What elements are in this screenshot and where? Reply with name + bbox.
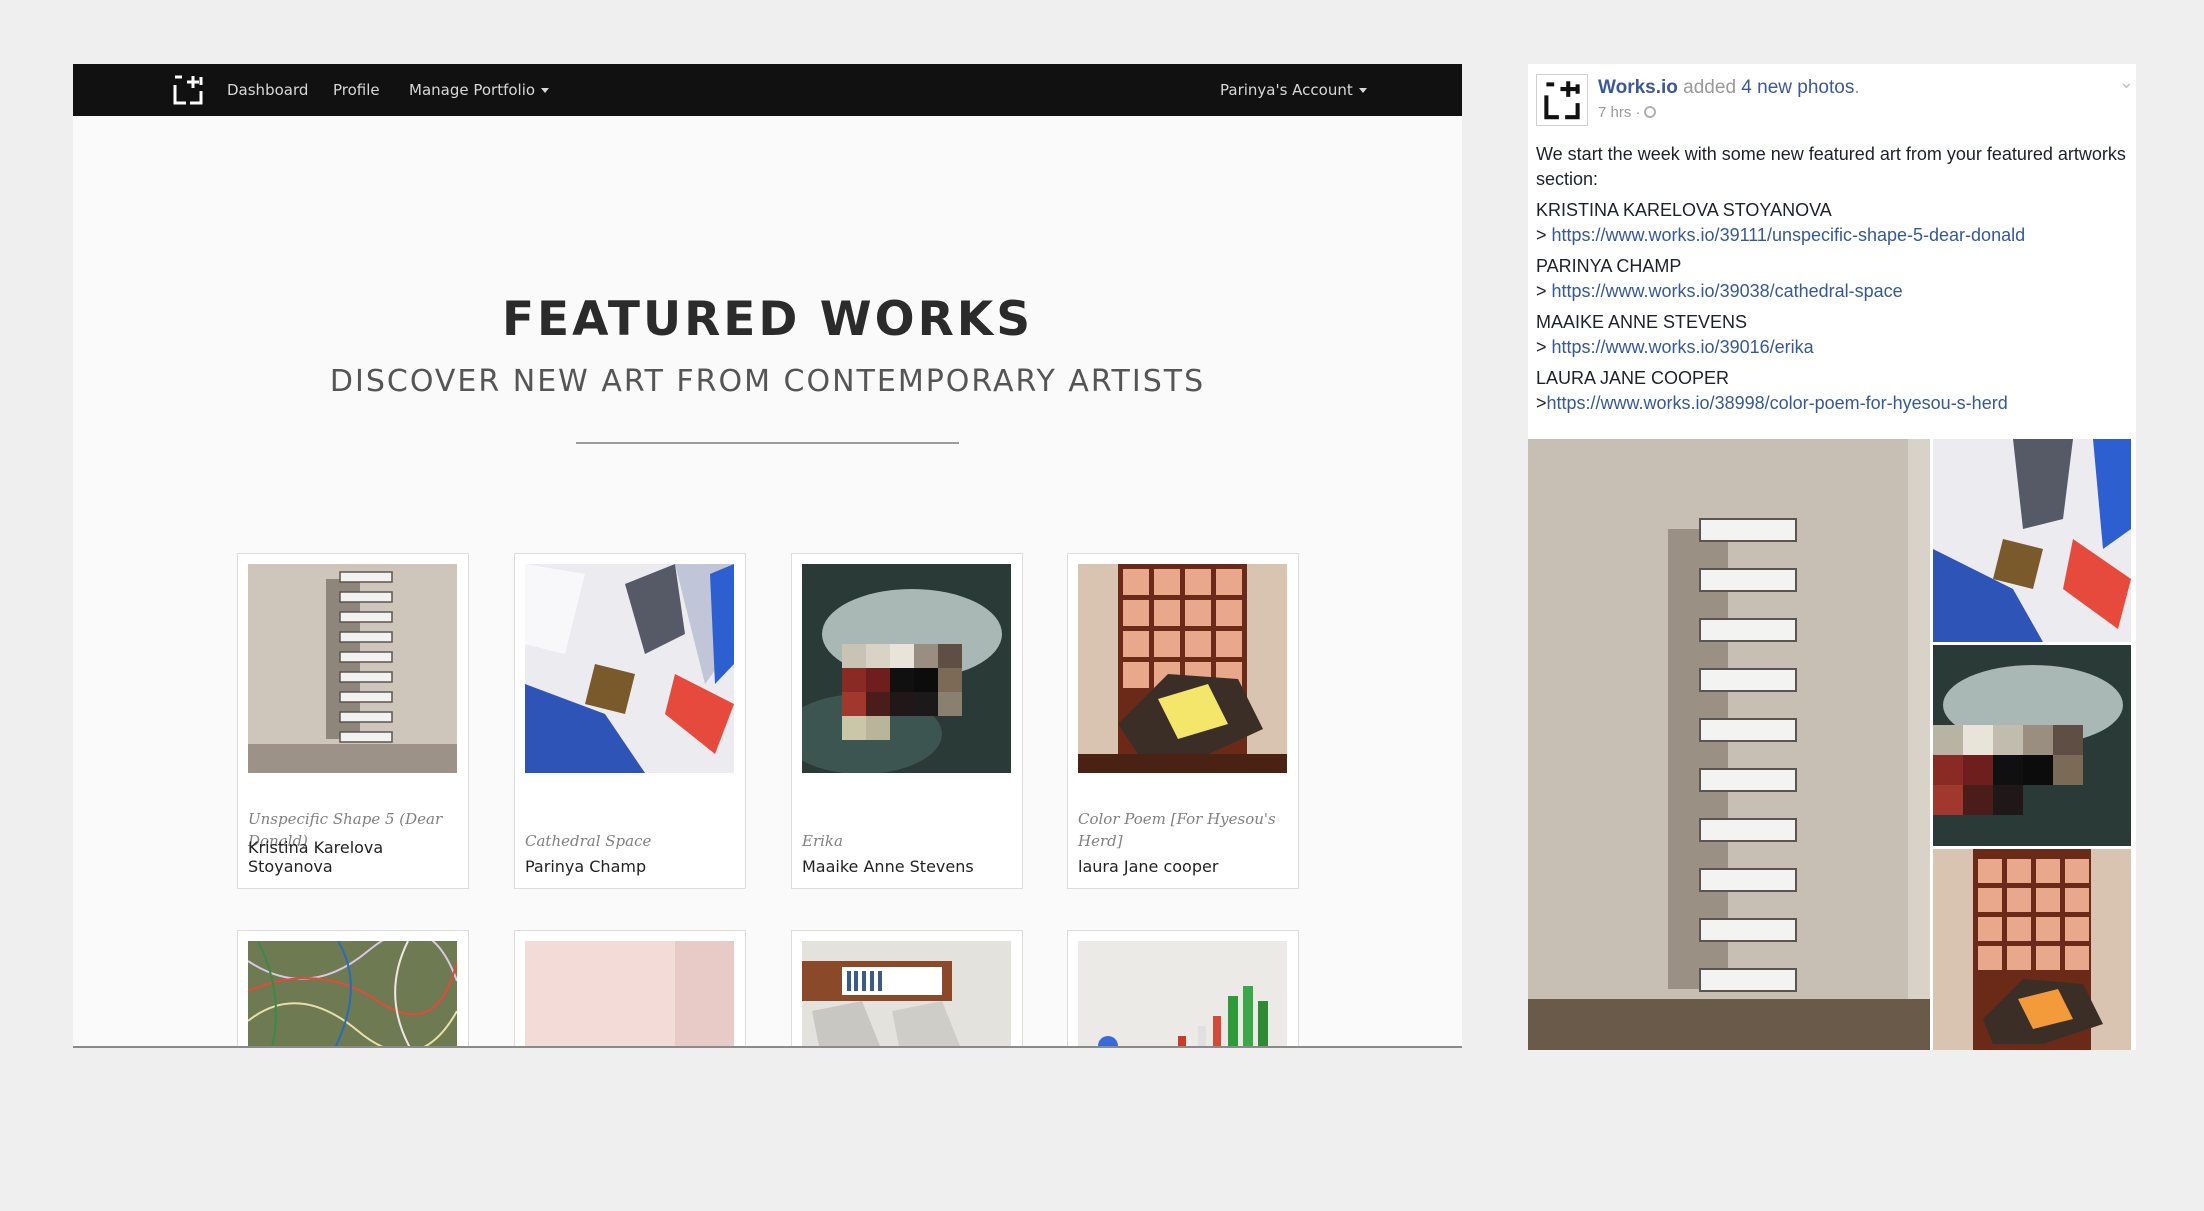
artwork-thumbnail[interactable] [1078,941,1287,1046]
link-prefix: > [1536,281,1552,301]
page-avatar[interactable] [1536,74,1588,126]
works-io-logo-icon [1544,81,1580,120]
work-card[interactable] [1067,930,1299,1046]
artist-name: MAAIKE ANNE STEVENS [1536,312,1748,332]
work-artist[interactable]: Parinya Champ [525,857,646,876]
nav-manage-portfolio[interactable]: Manage Portfolio [409,81,550,99]
artwork-thumbnail[interactable] [802,941,1011,1046]
work-title: Cathedral Space [525,832,652,850]
chevron-down-icon [541,88,550,93]
works-io-logo-icon[interactable] [172,74,204,106]
photos-link[interactable]: 4 new photos [1741,77,1854,98]
post-action: added [1683,77,1737,98]
post-entry: KRISTINA KARELOVA STOYANOVA > https://ww… [1536,198,2132,248]
nav-manage-portfolio-label: Manage Portfolio [409,81,536,99]
work-title: Color Poem [For Hyesou's Herd] [1078,810,1276,850]
artist-name: LAURA JANE COOPER [1536,368,1730,388]
post-photo[interactable] [1933,439,2131,642]
page-subtitle: DISCOVER NEW ART FROM CONTEMPORARY ARTIS… [329,364,1206,399]
artwork-link[interactable]: https://www.works.io/38998/color-poem-fo… [1547,393,2008,413]
artwork-link[interactable]: https://www.works.io/39016/erika [1552,337,1814,357]
nav-account-menu[interactable]: Parinya's Account [1220,81,1367,99]
artwork-link[interactable]: https://www.works.io/39038/cathedral-spa… [1552,281,1903,301]
divider [576,442,959,444]
work-card[interactable]: Cathedral Space Parinya Champ [514,553,746,889]
page-title: FEATURED WORKS [501,292,1034,347]
work-card[interactable]: Color Poem [For Hyesou's Herd] laura Jan… [1067,553,1299,889]
website-screenshot: Dashboard Profile Manage Portfolio Parin… [73,64,1462,1048]
nav-dashboard[interactable]: Dashboard [227,81,308,99]
post-photo[interactable] [1933,849,2131,1050]
post-timestamp[interactable]: 7 hrs · [1598,104,1656,121]
post-entry: PARINYA CHAMP > https://www.works.io/390… [1536,254,2132,304]
nav-account-label: Parinya's Account [1220,81,1353,99]
artwork-thumbnail[interactable] [525,564,734,773]
post-intro: We start the week with some new featured… [1536,144,2126,189]
work-title: Erika [802,832,843,850]
top-navbar: Dashboard Profile Manage Portfolio Parin… [73,64,1462,116]
chevron-down-icon[interactable]: ⌄ [2119,72,2134,93]
artwork-thumbnail[interactable] [248,564,457,773]
artwork-link[interactable]: https://www.works.io/39111/unspecific-sh… [1552,225,2026,245]
work-card[interactable]: Unspecific Shape 5 (Dear Donald) Kristin… [237,553,469,889]
artist-name: KRISTINA KARELOVA STOYANOVA [1536,200,1832,220]
link-prefix: > [1536,393,1547,413]
page-name-link[interactable]: Works.io [1598,77,1678,98]
chevron-down-icon [1358,88,1367,93]
post-body: We start the week with some new featured… [1536,142,2132,422]
post-entry: MAAIKE ANNE STEVENS > https://www.works.… [1536,310,2132,360]
work-card[interactable] [237,930,469,1046]
artwork-thumbnail[interactable] [802,564,1011,773]
nav-profile[interactable]: Profile [333,81,380,99]
work-artist[interactable]: laura Jane cooper [1078,857,1218,876]
post-header: Works.io added 4 new photos. [1598,77,1860,98]
work-artist[interactable]: Maaike Anne Stevens [802,857,974,876]
artist-name: PARINYA CHAMP [1536,256,1682,276]
work-card[interactable]: Erika Maaike Anne Stevens [791,553,1023,889]
artwork-thumbnail[interactable] [525,941,734,1046]
link-prefix: > [1536,225,1552,245]
post-entry: LAURA JANE COOPER >https://www.works.io/… [1536,366,2132,416]
social-post: Works.io added 4 new photos. 7 hrs · ⌄ W… [1528,64,2136,1050]
work-card[interactable] [514,930,746,1046]
post-photo-large[interactable] [1528,439,1930,1050]
work-artist[interactable]: Kristina Karelova Stoyanova [248,838,468,876]
post-photo[interactable] [1933,645,2131,846]
artwork-thumbnail[interactable] [248,941,457,1046]
artwork-thumbnail[interactable] [1078,564,1287,773]
globe-icon [1643,106,1656,118]
link-prefix: > [1536,337,1552,357]
timestamp-text: 7 hrs · [1598,104,1641,121]
work-card[interactable] [791,930,1023,1046]
